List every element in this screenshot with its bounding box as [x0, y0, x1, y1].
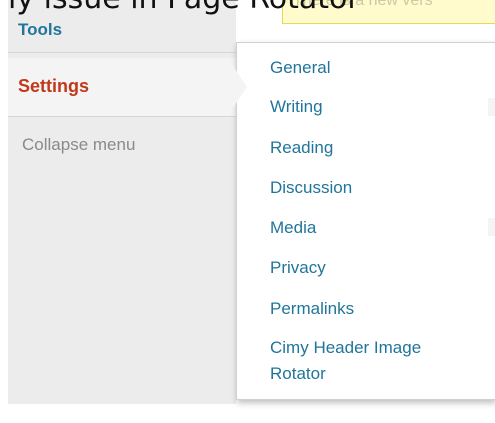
submenu-item-writing[interactable]: Writing: [270, 95, 323, 119]
settings-submenu: General Writing Reading Discussion Media…: [236, 42, 495, 400]
collapse-menu-label: Collapse menu: [22, 135, 136, 154]
submenu-item-media[interactable]: Media: [270, 216, 316, 240]
submenu-item-reading[interactable]: Reading: [270, 136, 333, 160]
background-fragment: [488, 218, 495, 236]
submenu-item-permalinks[interactable]: Permalinks: [270, 297, 354, 321]
page-bottom-area: [0, 404, 495, 423]
submenu-item-general[interactable]: General: [270, 56, 330, 80]
submenu-item-privacy[interactable]: Privacy: [270, 256, 326, 280]
menu-item-settings-label: Settings: [18, 76, 90, 96]
submenu-item-cimy-header-image-rotator[interactable]: Cimy Header Image Rotator: [270, 335, 480, 387]
background-fragment: [488, 98, 495, 116]
menu-item-tools-label: Tools: [18, 20, 63, 39]
current-menu-pointer: [227, 57, 247, 117]
submenu-item-discussion[interactable]: Discussion: [270, 176, 352, 200]
menu-item-tools[interactable]: Tools: [8, 12, 236, 53]
collapse-menu-button[interactable]: Collapse menu: [8, 128, 236, 158]
admin-menu: Tools Settings Collapse menu: [8, 0, 236, 404]
menu-item-settings[interactable]: Settings: [8, 58, 236, 117]
page-caption: ly issue in Page Rotator: [8, 0, 360, 14]
